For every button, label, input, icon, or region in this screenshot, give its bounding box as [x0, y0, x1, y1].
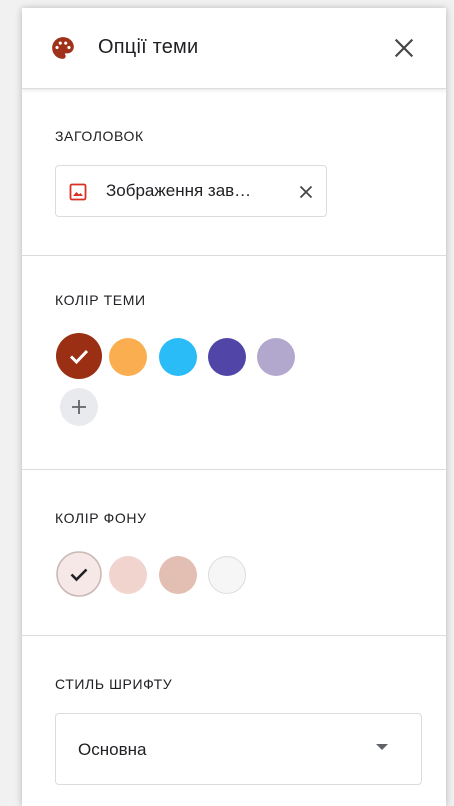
remove-image-close-icon[interactable] — [296, 182, 316, 202]
theme-options-panel: Опції теми ЗАГОЛОВОК Зображення зав… КОЛ… — [22, 8, 446, 806]
background-color-label: КОЛІР ФОНУ — [55, 510, 147, 526]
theme-color-label: КОЛІР ТЕМИ — [55, 292, 146, 308]
theme-color-swatch[interactable] — [208, 338, 246, 376]
font-style-label: СТИЛЬ ШРИФТУ — [55, 676, 173, 692]
caret-down-icon — [376, 744, 388, 750]
header-section-label: ЗАГОЛОВОК — [55, 128, 144, 144]
palette-icon — [50, 35, 76, 61]
font-style-select[interactable]: Основна — [55, 713, 422, 785]
panel-header: Опції теми — [22, 8, 446, 89]
theme-color-swatch-selected[interactable] — [56, 333, 102, 379]
theme-color-swatch[interactable] — [159, 338, 197, 376]
background-color-swatch[interactable] — [208, 556, 246, 594]
theme-color-swatch[interactable] — [109, 338, 147, 376]
font-style-value: Основна — [78, 740, 147, 759]
image-icon — [69, 183, 87, 201]
close-icon[interactable] — [391, 35, 417, 61]
header-image-name: Зображення зав… — [106, 181, 252, 200]
theme-color-swatch[interactable] — [257, 338, 295, 376]
add-custom-color-button[interactable] — [60, 388, 98, 426]
background-color-swatch[interactable] — [109, 556, 147, 594]
background-color-swatch[interactable] — [159, 556, 197, 594]
background-color-swatch-selected[interactable] — [56, 551, 102, 597]
panel-title: Опції теми — [98, 36, 199, 58]
header-image-chip[interactable]: Зображення зав… — [55, 165, 327, 217]
